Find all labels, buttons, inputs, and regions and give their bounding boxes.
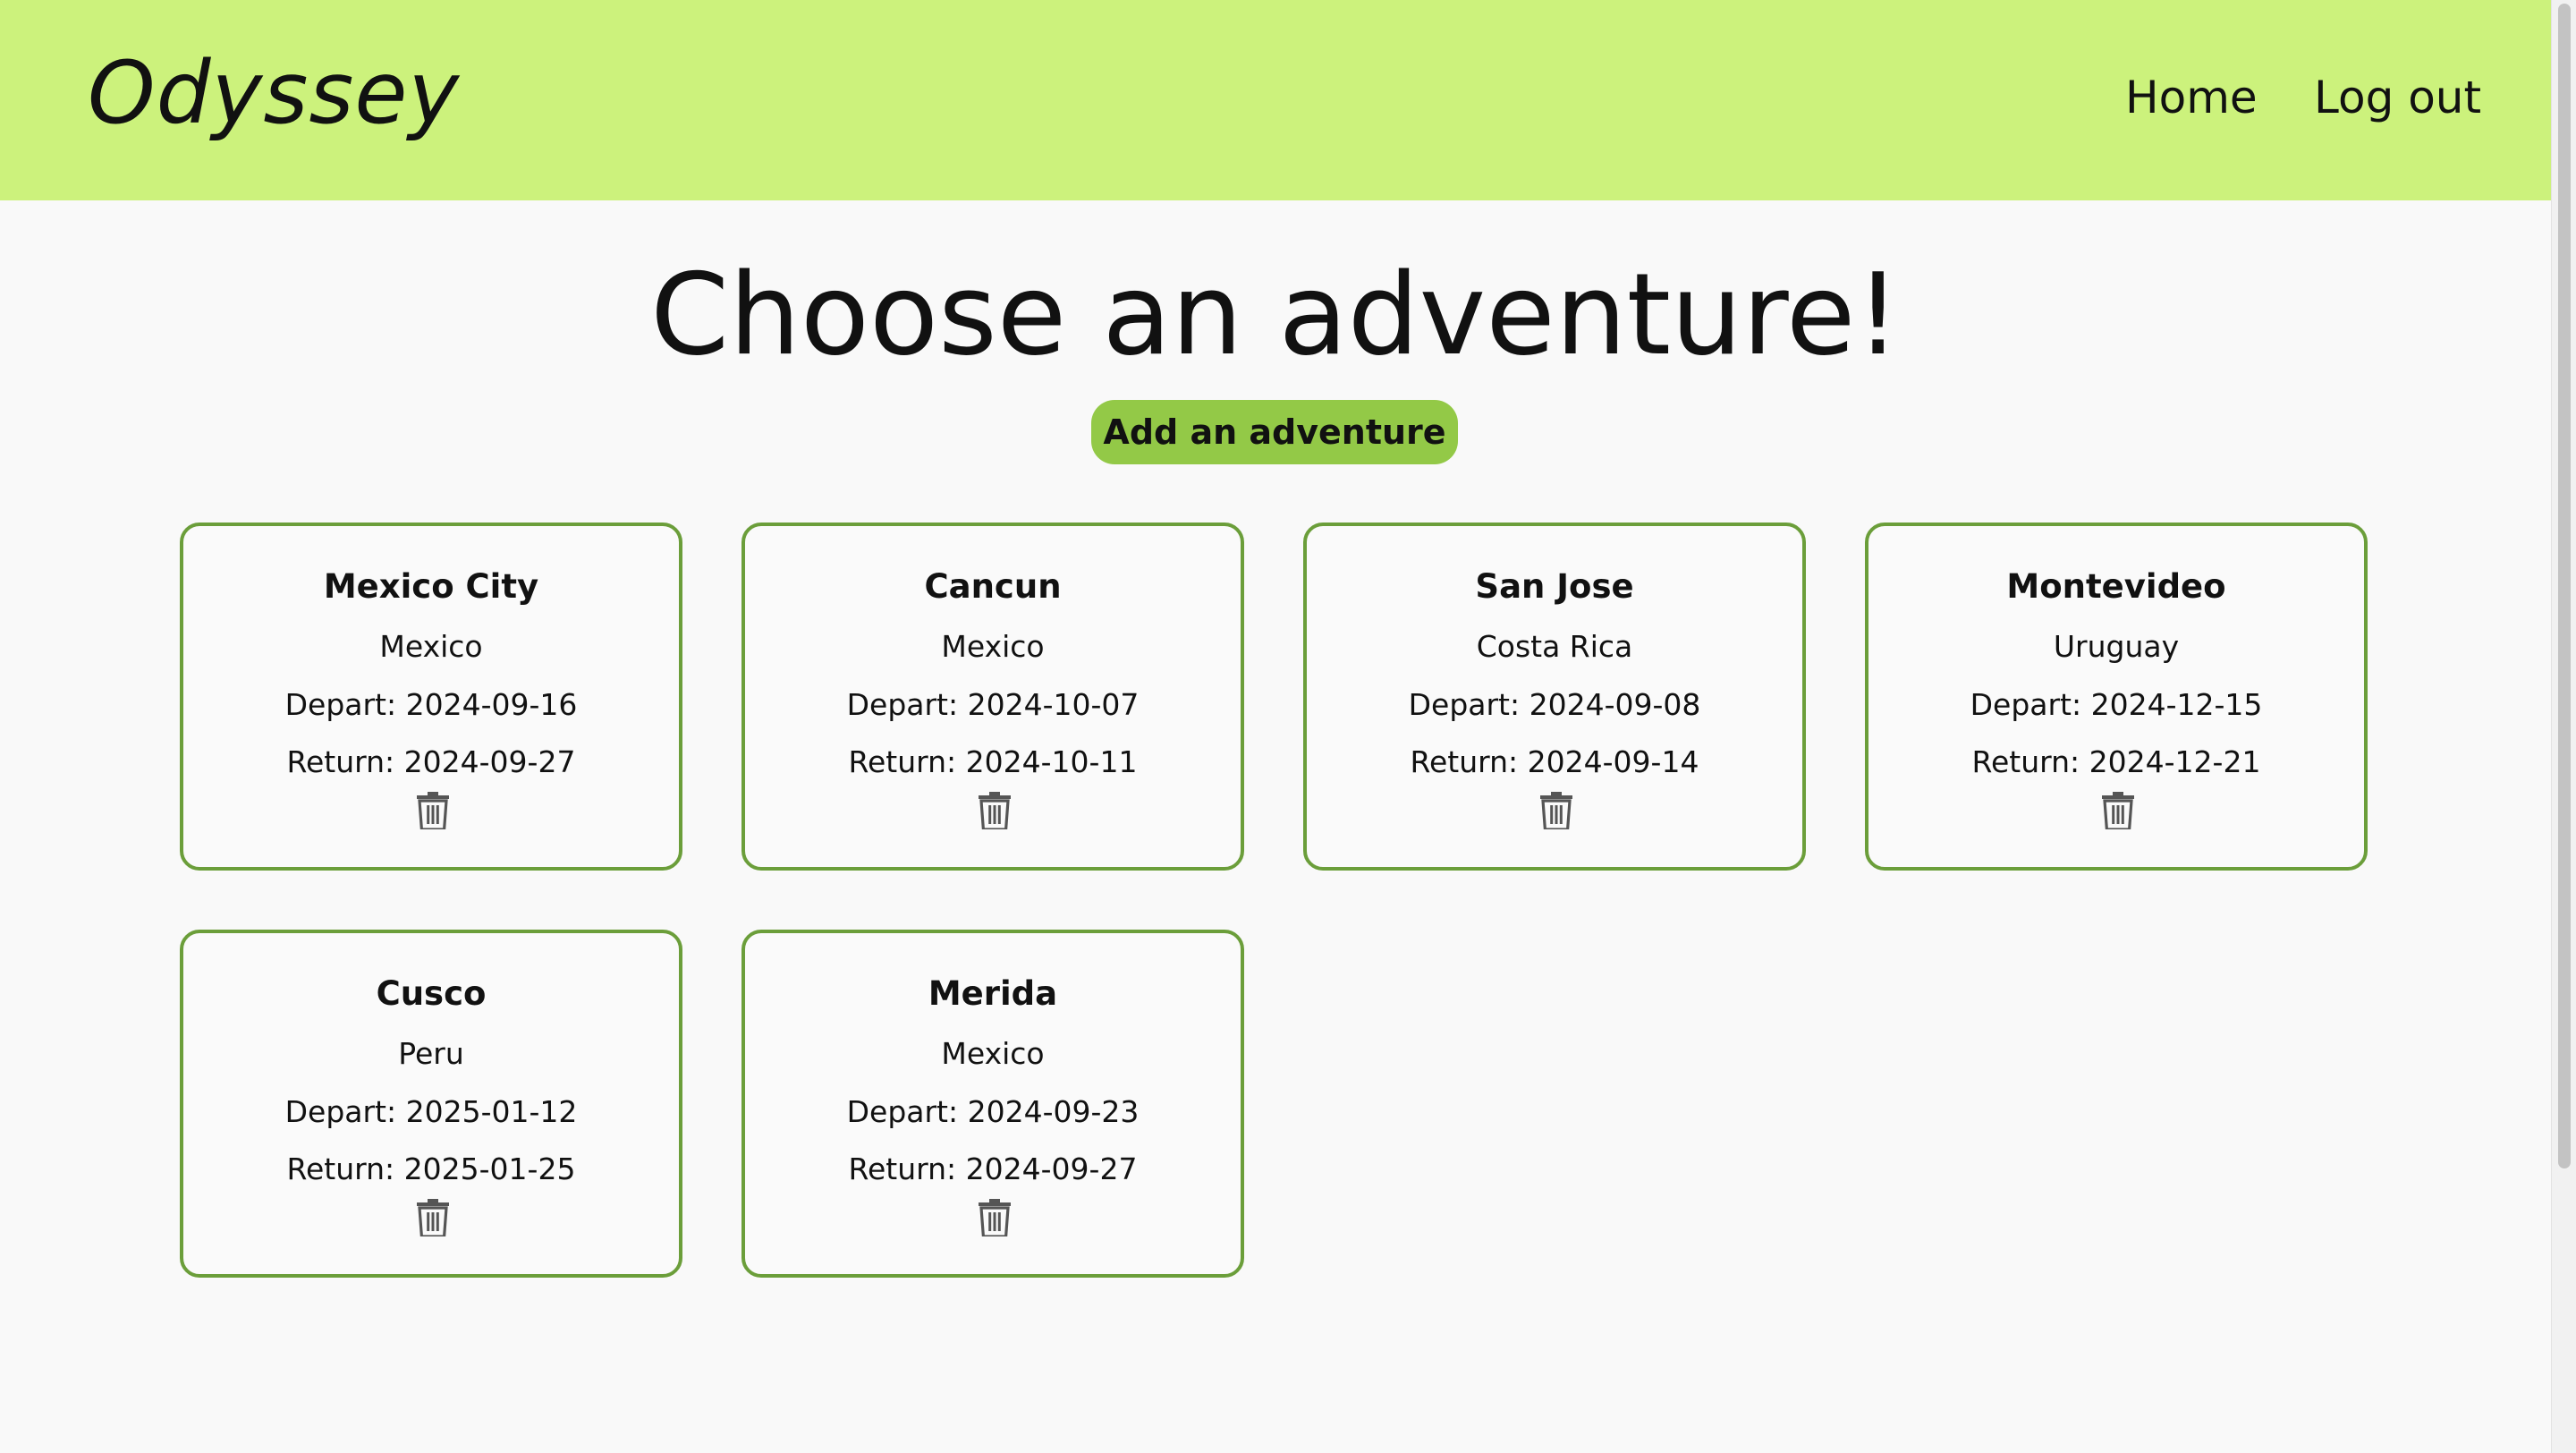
adventure-country: Mexico <box>941 629 1045 664</box>
nav-home-link[interactable]: Home <box>2125 72 2258 123</box>
adventure-card: Montevideo Uruguay Depart: 2024-12-15 Re… <box>1865 523 2368 871</box>
adventure-country: Mexico <box>941 1036 1045 1071</box>
adventure-city: Merida <box>928 974 1058 1013</box>
adventure-country: Peru <box>398 1036 464 1071</box>
adventure-city: San Jose <box>1475 567 1634 606</box>
adventure-depart-date: Depart: 2024-09-08 <box>1408 687 1701 722</box>
adventure-depart-date: Depart: 2025-01-12 <box>284 1094 578 1129</box>
adventure-country: Mexico <box>379 629 483 664</box>
page-title: Choose an adventure! <box>650 249 1901 380</box>
trash-icon[interactable] <box>417 792 449 829</box>
add-adventure-button[interactable]: Add an adventure <box>1091 400 1458 464</box>
adventure-country: Costa Rica <box>1476 629 1633 664</box>
page: Odyssey Home Log out Choose an adventure… <box>0 0 2576 1453</box>
adventure-depart-date: Depart: 2024-12-15 <box>1970 687 2263 722</box>
adventure-city: Cusco <box>376 974 487 1013</box>
adventure-card: Mexico City Mexico Depart: 2024-09-16 Re… <box>180 523 682 871</box>
trash-icon[interactable] <box>1540 792 1572 829</box>
trash-icon[interactable] <box>979 1199 1011 1236</box>
trash-icon[interactable] <box>2102 792 2134 829</box>
trash-icon[interactable] <box>417 1199 449 1236</box>
brand-logo[interactable]: Odyssey <box>88 43 460 143</box>
adventure-card: San Jose Costa Rica Depart: 2024-09-08 R… <box>1303 523 1806 871</box>
adventure-card: Cusco Peru Depart: 2025-01-12 Return: 20… <box>180 930 682 1278</box>
trash-icon[interactable] <box>979 792 1011 829</box>
adventure-city: Montevideo <box>2006 567 2226 606</box>
adventure-return-date: Return: 2025-01-25 <box>286 1151 576 1186</box>
top-navbar: Odyssey Home Log out <box>0 0 2551 200</box>
adventure-depart-date: Depart: 2024-09-23 <box>846 1094 1140 1129</box>
adventure-return-date: Return: 2024-09-14 <box>1410 744 1699 779</box>
adventure-depart-date: Depart: 2024-10-07 <box>846 687 1140 722</box>
adventure-depart-date: Depart: 2024-09-16 <box>284 687 578 722</box>
adventure-card: Cancun Mexico Depart: 2024-10-07 Return:… <box>741 523 1244 871</box>
adventure-return-date: Return: 2024-12-21 <box>1971 744 2261 779</box>
adventure-card: Merida Mexico Depart: 2024-09-23 Return:… <box>741 930 1244 1278</box>
nav-logout-link[interactable]: Log out <box>2314 72 2481 123</box>
adventure-return-date: Return: 2024-09-27 <box>848 1151 1138 1186</box>
adventure-country: Uruguay <box>2053 629 2180 664</box>
adventure-city: Mexico City <box>323 567 539 606</box>
adventure-return-date: Return: 2024-10-11 <box>848 744 1138 779</box>
adventure-city: Cancun <box>924 567 1062 606</box>
adventure-return-date: Return: 2024-09-27 <box>286 744 576 779</box>
scrollbar-thumb[interactable] <box>2558 4 2571 1168</box>
